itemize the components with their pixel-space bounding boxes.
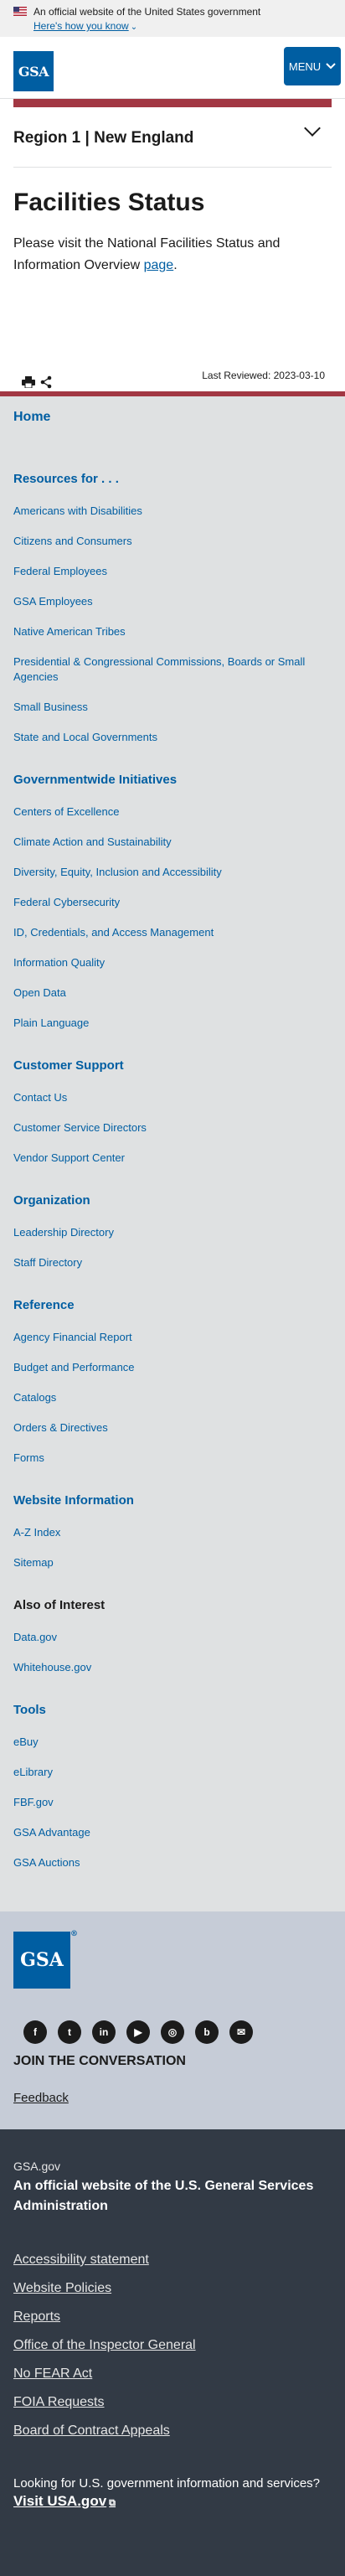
nav-link[interactable]: Data.gov [13,1622,332,1653]
footer-mid: GSA ® f t in ▶ ◎ b ✉ JOIN THE CONVERSATIO… [0,1911,345,2129]
join-conversation-heading: JOIN THE CONVERSATION [13,2054,186,2068]
share-icon[interactable] [40,375,52,389]
nav-link[interactable]: Native American Tribes [13,617,332,647]
footer-site-name: GSA.gov [13,2160,61,2173]
footer-link[interactable]: Reports [13,2309,332,2325]
nav-link[interactable]: Agency Financial Report [13,1322,332,1353]
nav-link[interactable]: ID, Credentials, and Access Management [13,918,332,948]
footer-bottom: GSA.gov An official website of the U.S. … [0,2129,345,2576]
side-nav: Home Resources for . . . Americans with D… [0,396,345,1911]
footer-link[interactable]: Accessibility statement [13,2252,332,2268]
nav-link[interactable]: Americans with Disabilities [13,496,332,526]
site-header: GSA MENU [0,37,345,99]
nav-link[interactable]: GSA Advantage [13,1818,332,1848]
header-divider [13,99,332,107]
nav-link[interactable]: Federal Cybersecurity [13,887,332,918]
youtube-icon[interactable]: ▶ [126,2020,150,2044]
nav-link[interactable]: GSA Employees [13,587,332,617]
nav-section-heading[interactable]: Organization [13,1193,332,1208]
nav-link[interactable]: Contact Us [13,1083,332,1113]
nav-link[interactable]: Staff Directory [13,1248,332,1278]
nav-link[interactable]: Diversity, Equity, Inclusion and Accessi… [13,857,332,887]
gov-banner: An official website of the United States… [0,0,345,37]
nav-link[interactable]: Information Quality [13,948,332,978]
email-icon[interactable]: ✉ [229,2020,253,2044]
review-bar: Last Reviewed: 2023-03-10 [13,370,332,391]
nav-link[interactable]: Climate Action and Sustainability [13,827,332,857]
footer-links: Accessibility statement Website Policies R… [13,2252,332,2439]
nav-section-heading[interactable]: Reference [13,1298,332,1312]
menu-label: MENU [288,59,322,73]
twitter-icon[interactable]: t [58,2020,81,2044]
region-title: Region 1 | New England [13,129,194,147]
instagram-icon[interactable]: ◎ [161,2020,184,2044]
footer-link[interactable]: FOIA Requests [13,2394,332,2411]
nav-link[interactable]: Small Business [13,692,332,722]
nav-link[interactable]: Budget and Performance [13,1353,332,1383]
gsa-footer-logo[interactable]: GSA ® [13,1930,78,1989]
nav-link[interactable]: Leadership Directory [13,1218,332,1248]
how-you-know-link[interactable]: Here's how you know ⌄ [33,20,137,34]
nav-link[interactable]: FBF.gov [13,1787,332,1818]
social-links: f t in ▶ ◎ b ✉ [23,2020,253,2044]
footer-official-text: An official website of the U.S. General … [13,2179,314,2213]
nav-link[interactable]: Presidential & Congressional Commissions… [13,647,332,692]
feedback-link[interactable]: Feedback [13,2091,69,2105]
nav-link[interactable]: Catalogs [13,1383,332,1413]
print-icon[interactable] [22,376,35,388]
nav-link[interactable]: Centers of Excellence [13,797,332,827]
nav-link[interactable]: Sitemap [13,1548,332,1578]
nav-section-heading[interactable]: Governmentwide Initiatives [13,773,332,787]
footer-link[interactable]: Office of the Inspector General [13,2337,332,2354]
external-link-icon: ⧉ [109,2498,116,2508]
nav-link[interactable]: Plain Language [13,1008,332,1038]
nav-link[interactable]: eBuy [13,1727,332,1757]
nav-link[interactable]: Vendor Support Center [13,1143,332,1173]
footer-link[interactable]: No FEAR Act [13,2366,332,2382]
chevron-down-icon [326,63,336,70]
footer-link[interactable]: Website Policies [13,2280,332,2297]
nav-section-heading[interactable]: Website Information [13,1493,332,1508]
intro-text: Please visit the National Facilities Sta… [13,236,281,272]
last-reviewed: Last Reviewed: 2023-03-10 [202,370,325,381]
nav-link[interactable]: Whitehouse.gov [13,1653,332,1683]
linkedin-icon[interactable]: in [92,2020,116,2044]
main-content: Facilities Status Please visit the Natio… [0,186,345,391]
footer-link[interactable]: Board of Contract Appeals [13,2423,332,2439]
page-title: Facilities Status [13,189,205,216]
facebook-icon[interactable]: f [23,2020,47,2044]
official-site-text: An official website of the United States… [33,6,261,18]
nav-section-heading[interactable]: Resources for . . . [13,472,332,486]
nav-link[interactable]: eLibrary [13,1757,332,1787]
chevron-down-icon: ⌄ [130,23,138,32]
nav-section-heading[interactable]: Customer Support [13,1058,332,1073]
region-accordion[interactable]: Region 1 | New England [13,109,332,168]
menu-button[interactable]: MENU [284,47,341,85]
page-link[interactable]: page [144,258,174,272]
chevron-down-icon [304,120,321,137]
nav-link[interactable]: State and Local Governments [13,722,332,753]
nav-link[interactable]: Orders & Directives [13,1413,332,1443]
us-flag-icon [13,7,27,16]
nav-section-heading[interactable]: Tools [13,1703,332,1717]
nav-link[interactable]: Forms [13,1443,332,1473]
nav-link[interactable]: A-Z Index [13,1518,332,1548]
gsa-logo[interactable]: GSA [13,51,54,91]
nav-home-link[interactable]: Home [13,410,332,452]
nav-link[interactable]: GSA Auctions [13,1848,332,1878]
nav-link[interactable]: Customer Service Directors [13,1113,332,1143]
blog-icon[interactable]: b [195,2020,219,2044]
nav-section-heading[interactable]: Also of Interest [13,1598,332,1612]
visit-usagov-link[interactable]: Visit USA.gov ⧉ [13,2493,116,2509]
nav-link[interactable]: Open Data [13,978,332,1008]
nav-link[interactable]: Citizens and Consumers [13,526,332,556]
nav-link[interactable]: Federal Employees [13,556,332,587]
usagov-question: Looking for U.S. government information … [13,2476,321,2491]
